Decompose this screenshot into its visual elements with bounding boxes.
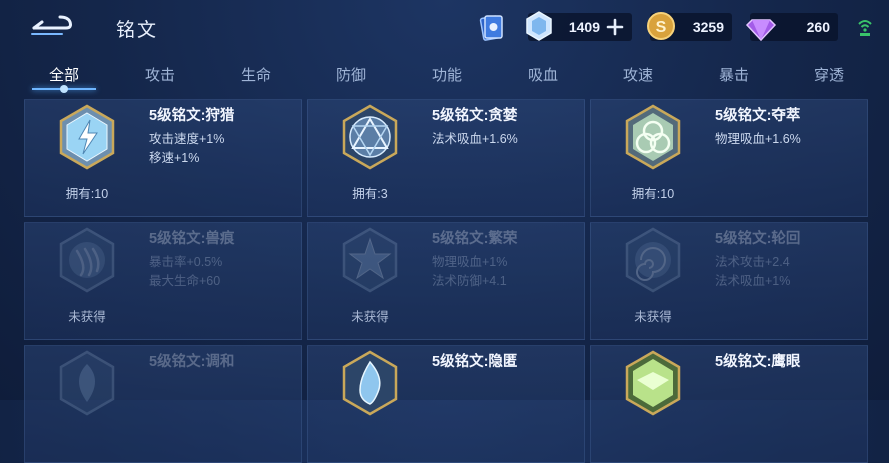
inscription-attr: 法术吸血+1.6% <box>432 132 518 146</box>
top-bar: 铭文 1409 S 3259 260 <box>0 0 889 56</box>
inscription-name: 5级铭文:隐匿 <box>432 354 518 370</box>
inscription-card[interactable]: 5级铭文:繁荣 物理吸血+1% 法术防御+4.1 未获得 <box>307 222 585 340</box>
swirl-emblem-icon <box>625 227 681 293</box>
inscription-card[interactable]: 5级铭文:调和 <box>24 345 302 463</box>
tab-penetration[interactable]: 穿透 <box>789 64 869 85</box>
tab-lifesteal[interactable]: 吸血 <box>503 64 583 85</box>
inscription-card[interactable]: 5级铭文:兽痕 暴击率+0.5% 最大生命+60 未获得 <box>24 222 302 340</box>
owned-count: 拥有:10 <box>631 187 675 201</box>
owned-status: 未获得 <box>68 310 106 324</box>
leaf-emblem-icon <box>59 350 115 416</box>
inscription-name: 5级铭文:繁荣 <box>432 231 518 247</box>
owned-count: 拥有:3 <box>352 187 388 201</box>
owned-count: 拥有:10 <box>65 187 109 201</box>
diamond-count: 260 <box>806 19 830 35</box>
coin-currency: S 3259 <box>647 12 732 41</box>
flame-emblem-icon <box>342 350 398 416</box>
inscription-name: 5级铭文:狩猎 <box>149 108 235 124</box>
owned-status: 未获得 <box>351 310 389 324</box>
owned-status: 未获得 <box>634 310 672 324</box>
active-tab-indicator-dot <box>60 85 68 93</box>
gem-icon <box>526 11 552 41</box>
inscription-attr: 法术防御+4.1 <box>432 274 507 288</box>
inscription-card[interactable]: 5级铭文:夺萃 物理吸血+1.6% 拥有:10 <box>590 99 868 217</box>
inscription-name: 5级铭文:轮回 <box>715 231 801 247</box>
inscription-attr: 攻击速度+1% <box>149 132 225 146</box>
tab-attack-speed[interactable]: 攻速 <box>598 64 678 85</box>
page-title: 铭文 <box>116 20 159 41</box>
add-gem-button[interactable] <box>605 17 625 37</box>
inscription-card[interactable]: 5级铭文:贪婪 法术吸血+1.6% 拥有:3 <box>307 99 585 217</box>
svg-text:S: S <box>656 19 667 36</box>
tab-health[interactable]: 生命 <box>216 64 296 85</box>
bolt-emblem-icon <box>59 104 115 170</box>
triangle-emblem-icon <box>342 104 398 170</box>
back-arrow-icon[interactable] <box>26 10 76 40</box>
coin-count: 3259 <box>692 19 724 35</box>
inscription-attr: 移速+1% <box>149 151 200 165</box>
knot-emblem-icon <box>625 104 681 170</box>
inscription-card[interactable]: 5级铭文:隐匿 <box>307 345 585 463</box>
inscription-attr: 最大生命+60 <box>149 274 221 288</box>
tab-defense[interactable]: 防御 <box>311 64 391 85</box>
star-emblem-icon <box>342 227 398 293</box>
inscription-name: 5级铭文:鹰眼 <box>715 354 801 370</box>
category-tabs: 全部 攻击 生命 防御 功能 吸血 攻速 暴击 穿透 <box>0 56 889 92</box>
inscription-attr: 法术攻击+2.4 <box>715 255 790 269</box>
inscription-attr: 物理吸血+1.6% <box>715 132 801 146</box>
inscription-card[interactable]: 5级铭文:鹰眼 <box>590 345 868 463</box>
tab-utility[interactable]: 功能 <box>407 64 487 85</box>
inscription-attr: 暴击率+0.5% <box>149 255 223 269</box>
inscription-card[interactable]: 5级铭文:狩猎 攻击速度+1% 移速+1% 拥有:10 <box>24 99 302 217</box>
gold-coin-icon: S <box>647 12 675 40</box>
inscription-name: 5级铭文:贪婪 <box>432 108 518 124</box>
gem-currency: 1409 <box>526 11 632 41</box>
gem-count: 1409 <box>568 19 600 35</box>
inscription-name: 5级铭文:调和 <box>149 354 235 370</box>
wifi-signal-icon <box>858 20 872 36</box>
tab-crit[interactable]: 暴击 <box>694 64 774 85</box>
eagle-emblem-icon <box>625 350 681 416</box>
inscription-name: 5级铭文:兽痕 <box>149 231 235 247</box>
inscription-attr: 法术吸血+1% <box>715 274 791 288</box>
purple-diamond-icon <box>745 19 777 42</box>
inscription-name: 5级铭文:夺萃 <box>715 108 801 124</box>
inscription-card[interactable]: 5级铭文:轮回 法术攻击+2.4 法术吸血+1% 未获得 <box>590 222 868 340</box>
inscription-attr: 物理吸血+1% <box>432 255 508 269</box>
diamond-currency: 260 <box>745 13 838 42</box>
claw-emblem-icon <box>59 227 115 293</box>
tab-all[interactable]: 全部 <box>24 64 104 85</box>
tab-attack[interactable]: 攻击 <box>120 64 200 85</box>
inscription-deck-icon[interactable] <box>476 12 506 42</box>
